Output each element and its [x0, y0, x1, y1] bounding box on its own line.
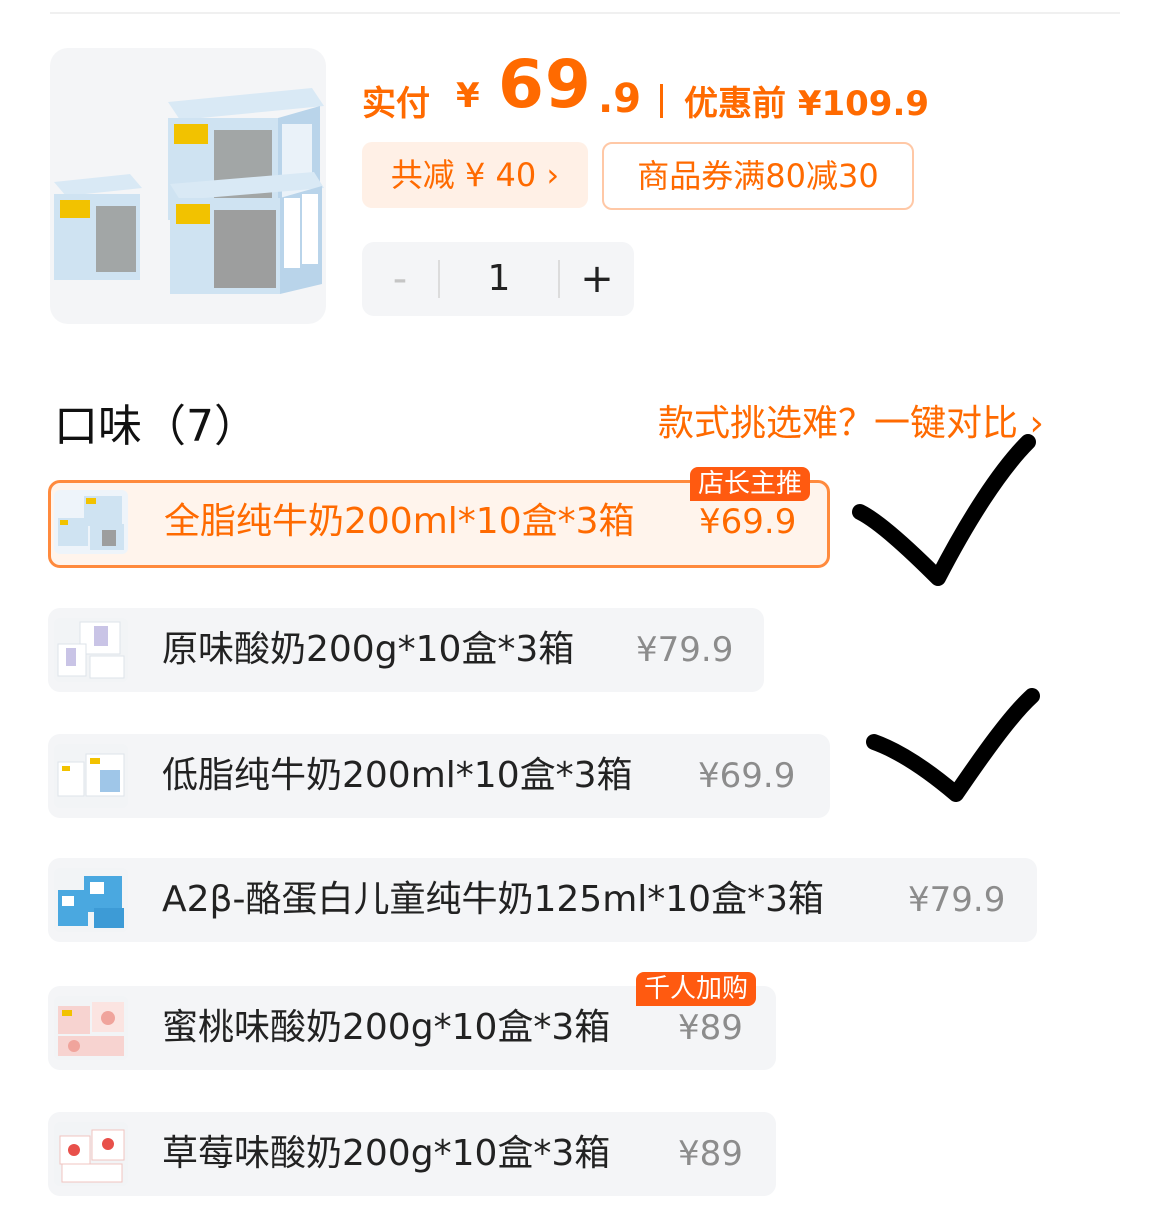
- option-name: 草莓味酸奶200g*10盒*3箱: [162, 1133, 611, 1174]
- quantity-stepper: - 1 +: [362, 242, 634, 316]
- price-currency: ¥: [456, 76, 480, 116]
- option-thumbnail: [54, 744, 128, 808]
- price-separator: [660, 84, 663, 118]
- option-name: 原味酸奶200g*10盒*3箱: [162, 629, 575, 670]
- option-price: ¥79.9: [908, 880, 1006, 920]
- option-item-low-fat-milk[interactable]: 低脂纯牛奶200ml*10盒*3箱 ¥69.9: [48, 734, 830, 818]
- price-label: 实付: [362, 84, 430, 124]
- coupon-tag: 商品券满80减30: [602, 142, 914, 210]
- option-thumbnail: [54, 996, 128, 1060]
- original-price: 优惠前 ¥109.9: [684, 84, 930, 124]
- option-name: 低脂纯牛奶200ml*10盒*3箱: [162, 755, 633, 796]
- option-price: ¥79.9: [636, 630, 734, 670]
- option-name: 全脂纯牛奶200ml*10盒*3箱: [164, 501, 635, 542]
- product-image[interactable]: [50, 48, 326, 324]
- price-integer: 69: [498, 46, 592, 123]
- option-item-strawberry-yogurt[interactable]: 草莓味酸奶200g*10盒*3箱 ¥89: [48, 1112, 776, 1196]
- decrement-button[interactable]: -: [362, 242, 438, 316]
- popular-badge: 千人加购: [636, 972, 757, 1006]
- option-thumbnail: [54, 490, 128, 554]
- option-price: ¥69.9: [698, 756, 796, 796]
- option-name: 蜜桃味酸奶200g*10盒*3箱: [162, 1007, 611, 1048]
- checkmark-icon: [852, 434, 1036, 586]
- option-thumbnail: [54, 618, 128, 682]
- quantity-field[interactable]: 1: [440, 242, 558, 316]
- option-thumbnail: [54, 1122, 128, 1186]
- option-item-plain-yogurt[interactable]: 原味酸奶200g*10盒*3箱 ¥79.9: [48, 608, 764, 692]
- top-divider: [50, 12, 1120, 14]
- increment-button[interactable]: +: [560, 242, 634, 316]
- discount-tag[interactable]: 共减 ¥ 40 ›: [362, 142, 588, 208]
- checkmark-icon: [866, 688, 1040, 802]
- flavor-section-title: 口味（7）: [54, 401, 258, 452]
- recommended-badge: 店长主推: [690, 467, 811, 501]
- price-decimal: .9: [598, 76, 642, 122]
- option-thumbnail: [54, 868, 128, 932]
- option-name: A2β-酪蛋白儿童纯牛奶125ml*10盒*3箱: [162, 879, 824, 920]
- milk-box-image: [54, 88, 324, 294]
- option-price: ¥89: [678, 1134, 743, 1174]
- option-item-a2-kids-milk[interactable]: A2β-酪蛋白儿童纯牛奶125ml*10盒*3箱 ¥79.9: [48, 858, 1037, 942]
